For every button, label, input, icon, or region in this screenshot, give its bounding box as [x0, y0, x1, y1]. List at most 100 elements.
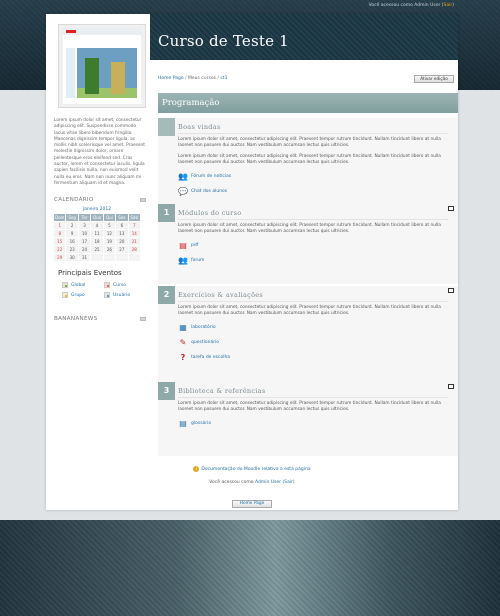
calendar-day[interactable]: 5 [103, 222, 116, 230]
breadcrumb: Home Page / Meus cursos / ct1 Ativar edi… [158, 75, 454, 84]
calendar-day [116, 254, 128, 262]
footer-logout-link[interactable]: (Sair) [282, 480, 294, 485]
course-title: Curso de Teste 1 [158, 32, 289, 50]
section-1: 1 Módulos do curso Lorem ipsum dolor sit… [158, 204, 458, 284]
breadcrumb-my-courses[interactable]: Meus cursos [188, 76, 216, 81]
help-icon: i [193, 466, 200, 472]
calendar-block-title: CALENDÁRIO [54, 197, 146, 203]
section-title: Exercícios & avaliações [178, 291, 448, 302]
course-thumbnail [58, 24, 146, 108]
calendar-day[interactable]: 18 [91, 238, 103, 246]
calendar-day[interactable]: 4 [91, 222, 103, 230]
resource-quiz[interactable]: ✎ questionário [178, 338, 448, 348]
page-container: Curso de Teste 1 Lorem ipsum dolor sit a… [46, 14, 458, 510]
calendar-day[interactable]: 30 [66, 254, 78, 262]
events-legend: Global Curso Grupo Usuário [62, 282, 146, 299]
calendar-month[interactable]: janeiro 2012 [54, 207, 140, 212]
breadcrumb-current[interactable]: ct1 [220, 76, 227, 81]
resource-choice[interactable]: ? tarefa de escolha [178, 353, 448, 363]
calendar-day[interactable]: 26 [103, 246, 116, 254]
calendar: janeiro 2012 Dom Seg Ter Qua Qui Sex Sáb 1 2 3 4 5 6… [54, 207, 140, 262]
calendar-weekday: Qua [91, 214, 103, 222]
calendar-day[interactable]: 21 [128, 238, 140, 246]
program-title: Programação [158, 93, 458, 113]
resource-glossary[interactable]: ▤ glossário [178, 419, 448, 429]
event-grupo[interactable]: Grupo [62, 292, 104, 299]
workshop-icon: ▦ [179, 323, 187, 333]
calendar-day[interactable]: 9 [66, 230, 78, 238]
event-global[interactable]: Global [62, 282, 104, 289]
chat-icon: 💬 [178, 186, 188, 196]
calendar-day[interactable]: 31 [78, 254, 91, 262]
glossary-icon: ▤ [179, 419, 187, 429]
resource-pdf[interactable]: ▤ pdf [178, 241, 448, 251]
calendar-day[interactable]: 28 [128, 246, 140, 254]
home-page-button[interactable]: Home Page [232, 500, 272, 508]
section-number: 2 [158, 286, 175, 304]
forum-icon: 👥 [178, 171, 188, 181]
section-toggle-icon[interactable] [448, 288, 454, 293]
section-summary: Lorem ipsum dolor sit amet, consectetur … [178, 137, 441, 149]
calendar-day[interactable]: 24 [78, 246, 91, 254]
resource-news-forum[interactable]: 👥 Fórum de notícias [178, 171, 448, 181]
calendar-day[interactable]: 2 [66, 222, 78, 230]
section-number: 3 [158, 382, 175, 400]
calendar-day[interactable]: 1 [54, 222, 66, 230]
calendar-day[interactable]: 19 [103, 238, 116, 246]
footer-doc: i Documentação do Moodle relativa a esta … [46, 466, 458, 472]
calendar-day[interactable]: 16 [66, 238, 78, 246]
event-usuario[interactable]: Usuário [104, 292, 146, 299]
bottom-band [0, 520, 500, 616]
calendar-day[interactable]: 6 [116, 222, 128, 230]
calendar-day[interactable]: 23 [66, 246, 78, 254]
calendar-day[interactable]: 8 [54, 230, 66, 238]
section-2: 2 Exercícios & avaliações Lorem ipsum do… [158, 286, 458, 382]
calendar-day[interactable]: 3 [78, 222, 91, 230]
calendar-day[interactable]: 7 [128, 222, 140, 230]
group-event-icon [62, 292, 68, 299]
event-curso[interactable]: Curso [104, 282, 146, 289]
edit-mode-button[interactable]: Ativar edição [414, 75, 454, 83]
section-title: Boas vindas [178, 123, 448, 134]
calendar-day[interactable]: 22 [54, 246, 66, 254]
calendar-day[interactable]: 25 [91, 246, 103, 254]
section-summary: Lorem ipsum dolor sit amet, consectetur … [178, 223, 441, 235]
section-toggle-icon[interactable] [448, 206, 454, 211]
breadcrumb-home[interactable]: Home Page [158, 76, 184, 81]
calendar-day[interactable]: 11 [91, 230, 103, 238]
calendar-day[interactable]: 10 [78, 230, 91, 238]
calendar-day [128, 254, 140, 262]
calendar-day[interactable]: 12 [103, 230, 116, 238]
calendar-day[interactable]: 13 [116, 230, 128, 238]
calendar-day[interactable]: 14 [128, 230, 140, 238]
login-close: ) [452, 3, 454, 8]
calendar-weekday: Dom [54, 214, 66, 222]
section-title: Módulos do curso [178, 209, 448, 220]
news-title: BANANANEWS [54, 316, 98, 323]
calendar-day[interactable]: 20 [116, 238, 128, 246]
calendar-day [91, 254, 103, 262]
user-event-icon [104, 292, 110, 299]
resource-lab[interactable]: ▦ laboratório [178, 323, 448, 333]
global-event-icon [62, 282, 68, 289]
logout-link[interactable]: Sair [444, 3, 453, 8]
calendar-day[interactable]: 29 [54, 254, 66, 262]
section-3: 3 Biblioteca & referências Lorem ipsum d… [158, 382, 458, 456]
calendar-day[interactable]: 15 [54, 238, 66, 246]
moodle-docs-link[interactable]: Documentação do Moodle relativa a esta p… [201, 467, 310, 472]
section-summary: Lorem ipsum dolor sit amet, consectetur … [178, 401, 441, 413]
section-summary: Lorem ipsum dolor sit amet, consectetur … [178, 305, 441, 317]
login-info: Você acessou como Admin User (Sair) [369, 3, 454, 8]
section-summary: Lorem ipsum dolor sit amet, consectetur … [178, 153, 441, 165]
resource-forum[interactable]: 👥 forum [178, 256, 448, 266]
block-toggle-icon[interactable] [140, 198, 146, 203]
calendar-day[interactable]: 17 [78, 238, 91, 246]
section-toggle-icon[interactable] [448, 384, 454, 389]
block-toggle-icon[interactable] [140, 317, 146, 322]
pdf-icon: ▤ [179, 241, 187, 251]
calendar-day[interactable]: 27 [116, 246, 128, 254]
calendar-day [103, 254, 116, 262]
footer-user-link[interactable]: Admin User [255, 480, 281, 485]
resource-chat[interactable]: 💬 Chat dos alunos [178, 186, 448, 196]
calendar-weekday: Sáb [128, 214, 140, 222]
